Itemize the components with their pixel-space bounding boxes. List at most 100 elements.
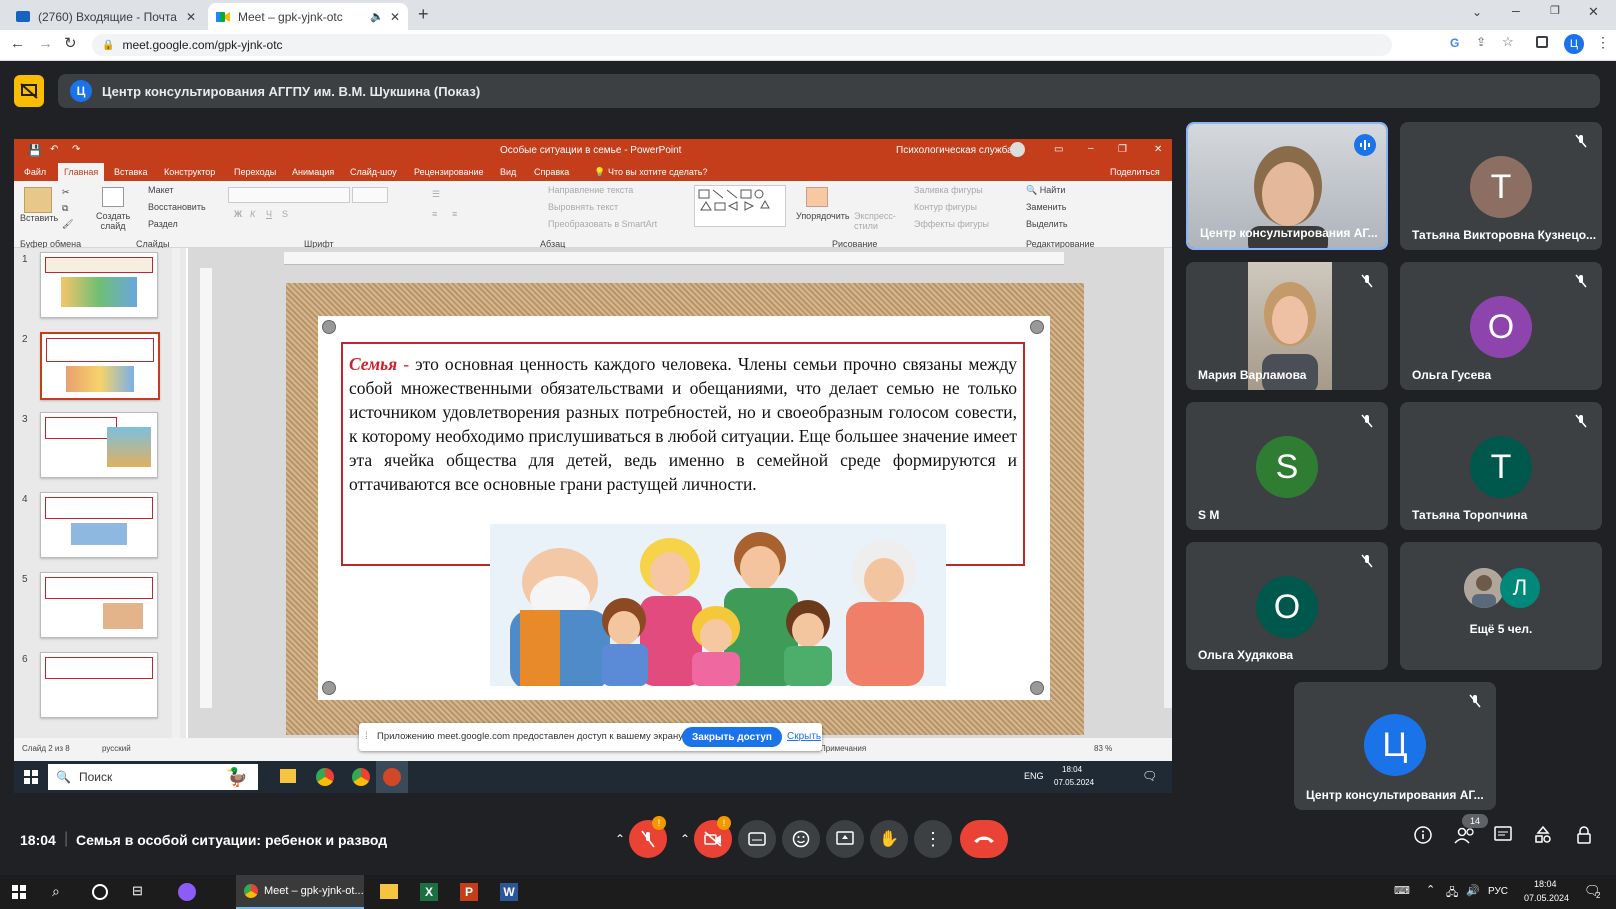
smartart-button[interactable]: Преобразовать в SmartArt	[548, 219, 657, 229]
participant-tile[interactable]: Мария Варламова	[1186, 262, 1388, 390]
slide-thumbnail-3[interactable]	[40, 412, 158, 478]
ppt-minimize-button[interactable]: –	[1088, 143, 1094, 154]
participant-tile[interactable]: О Ольга Гусева	[1400, 262, 1602, 390]
file-explorer-icon[interactable]	[380, 884, 398, 899]
participant-tile[interactable]: Центр консультирования АГ...	[1186, 122, 1388, 250]
chevron-up-icon[interactable]: ⌃	[680, 832, 690, 846]
section-button[interactable]: Раздел	[148, 219, 178, 229]
new-slide-icon[interactable]	[102, 187, 124, 207]
people-icon[interactable]	[1454, 826, 1476, 844]
window-close-button[interactable]: ✕	[1588, 4, 1599, 20]
more-participants-tile[interactable]: Л Ещё 5 чел.	[1400, 542, 1602, 670]
menu-slideshow[interactable]: Слайд-шоу	[350, 167, 397, 177]
leave-call-button[interactable]	[960, 820, 1008, 858]
paste-label[interactable]: Вставить	[20, 213, 58, 223]
back-icon[interactable]: ←	[10, 35, 25, 52]
tab-search-icon[interactable]: ⌄	[1472, 5, 1482, 19]
notification-icon[interactable]: 🗨	[1142, 769, 1157, 783]
shape-fill-button[interactable]: Заливка фигуры	[914, 185, 983, 195]
participant-tile[interactable]: Ц Центр консультирования АГ...	[1294, 682, 1496, 810]
profile-avatar[interactable]: Ц	[1564, 34, 1584, 54]
ppt-close-button[interactable]: ✕	[1154, 144, 1162, 155]
share-button[interactable]: Поделиться	[1110, 167, 1160, 177]
network-icon[interactable]: 🖧	[1446, 884, 1458, 903]
speaker-icon[interactable]: 🔈	[370, 10, 384, 23]
search-icon[interactable]: ⌕	[52, 883, 60, 900]
participant-tile[interactable]: S S M	[1186, 402, 1388, 530]
hide-link[interactable]: Скрыть	[787, 731, 821, 742]
menu-insert[interactable]: Вставка	[114, 167, 147, 177]
close-icon[interactable]: ✕	[186, 10, 196, 24]
participant-tile[interactable]: Т Татьяна Викторовна Кузнецо...	[1400, 122, 1602, 250]
undo-icon[interactable]: ↶	[50, 144, 58, 155]
app-icon[interactable]	[178, 883, 196, 901]
keyboard-icon[interactable]: ⌨	[1394, 884, 1410, 897]
cortana-icon[interactable]	[92, 884, 108, 900]
align-text-button[interactable]: Выровнять текст	[548, 202, 618, 212]
shadow-icon[interactable]: S	[282, 209, 288, 219]
address-bar[interactable]: 🔒 meet.google.com/gpk-yjnk-otc	[92, 34, 1392, 56]
input-language[interactable]: РУС	[1488, 886, 1508, 897]
powerpoint-taskbar-item[interactable]	[376, 761, 408, 793]
italic-icon[interactable]: К	[250, 209, 255, 219]
ppt-restore-button[interactable]: ❐	[1118, 144, 1127, 155]
powerpoint-icon[interactable]: P	[460, 883, 478, 901]
layout-button[interactable]: Макет	[148, 185, 173, 195]
host-controls-icon[interactable]	[1576, 826, 1592, 844]
text-direction-button[interactable]: Направление текста	[548, 185, 633, 195]
ribbon-display-icon[interactable]: ▭	[1054, 144, 1063, 155]
forward-icon[interactable]: →	[38, 35, 53, 52]
shape-effects-button[interactable]: Эффекты фигуры	[914, 219, 989, 229]
font-size-dropdown[interactable]	[352, 187, 388, 203]
activities-icon[interactable]	[1534, 826, 1552, 844]
reset-button[interactable]: Восстановить	[148, 202, 206, 212]
restore-button[interactable]: ❐	[1550, 4, 1560, 17]
minimize-button[interactable]: –	[1512, 2, 1520, 18]
underline-icon[interactable]: Ч	[266, 209, 272, 219]
slide-thumbnail-2-selected[interactable]	[40, 332, 160, 400]
slide-thumbnail-4[interactable]	[40, 492, 158, 558]
more-options-button[interactable]: ⋮	[914, 820, 952, 858]
present-screen-button[interactable]	[826, 820, 864, 858]
google-icon[interactable]: G	[1450, 36, 1459, 50]
drag-handle-icon[interactable]: ⁞	[365, 731, 368, 742]
slide-thumbnail-6[interactable]	[40, 652, 158, 718]
bold-icon[interactable]: Ж	[234, 209, 242, 219]
captions-button[interactable]	[738, 820, 776, 858]
copy-icon[interactable]: ⧉	[62, 203, 68, 214]
align-center-icon[interactable]: ≡	[452, 209, 457, 219]
volume-icon[interactable]: 🔊	[1466, 884, 1480, 897]
select-button[interactable]: Выделить	[1026, 219, 1068, 229]
notes-button[interactable]: Примечания	[820, 744, 866, 753]
language-status[interactable]: русский	[102, 744, 131, 753]
reload-icon[interactable]: ↻	[64, 34, 77, 52]
slide-thumbnail-5[interactable]	[40, 572, 158, 638]
save-icon[interactable]: 💾	[28, 144, 42, 157]
font-name-dropdown[interactable]	[228, 187, 350, 203]
tell-me-input[interactable]: Что вы хотите сделать?	[608, 167, 708, 177]
windows-start-icon[interactable]	[24, 770, 38, 784]
word-icon[interactable]: W	[500, 883, 518, 901]
raise-hand-button[interactable]: ✋	[870, 820, 908, 858]
taskbar-meet-item[interactable]: Meet – gpk-yjnk-ot...	[236, 875, 364, 909]
excel-icon[interactable]: X	[420, 883, 438, 901]
chat-icon[interactable]	[1494, 826, 1512, 844]
share-icon[interactable]: ⇪	[1476, 35, 1486, 49]
taskbar-search-box[interactable]: 🔍 Поиск 🦆	[48, 764, 258, 790]
user-avatar-icon[interactable]	[1010, 142, 1025, 157]
shapes-gallery[interactable]	[694, 185, 786, 227]
menu-animation[interactable]: Анимация	[292, 167, 334, 177]
arrange-icon[interactable]	[806, 187, 828, 207]
menu-view[interactable]: Вид	[500, 167, 516, 177]
chrome-icon[interactable]	[352, 768, 370, 786]
arrange-label[interactable]: Упорядочить	[796, 211, 850, 221]
new-slide-label[interactable]: Создать слайд	[96, 211, 130, 231]
browser-tab-mail[interactable]: (2760) Входящие - Почта Mail.ru ✕	[8, 3, 204, 30]
windows-start-icon[interactable]	[12, 885, 26, 899]
find-button[interactable]: 🔍 Найти	[1026, 185, 1065, 196]
bullets-icon[interactable]: ☰	[432, 189, 440, 200]
input-language[interactable]: ENG	[1024, 771, 1044, 781]
cut-icon[interactable]: ✂	[62, 187, 70, 198]
quick-styles-label[interactable]: Экспресс-стили	[854, 211, 896, 231]
task-view-icon[interactable]: ⊟	[132, 883, 143, 899]
